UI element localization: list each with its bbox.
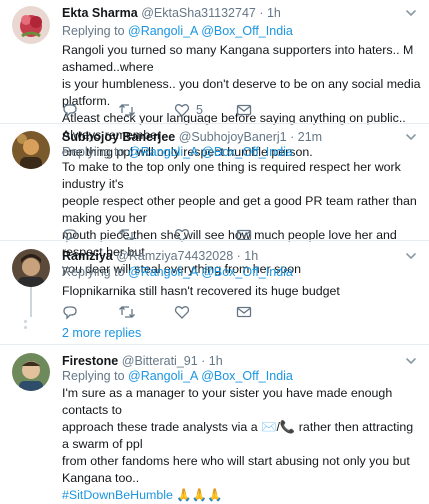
retweet-icon xyxy=(119,104,135,116)
user-handle[interactable]: @Bitterati_91 xyxy=(122,354,198,368)
tweet-line: Flopnikarnika still hasn't recovered its… xyxy=(62,284,340,298)
display-name[interactable]: Firestone xyxy=(62,354,118,368)
user-handle[interactable]: @EktaSha31132747 xyxy=(141,6,256,20)
replying-prefix: Replying to xyxy=(62,369,129,383)
avatar[interactable] xyxy=(12,353,50,391)
envelope-icon xyxy=(236,104,252,116)
dm-button[interactable] xyxy=(236,101,252,119)
tweet-header: Ekta Sharma @EktaSha31132747 · 1h xyxy=(62,6,281,20)
timestamp[interactable]: · 1h xyxy=(237,249,259,263)
mention-link[interactable]: @Box_Off_India xyxy=(201,265,293,279)
tweet-text: Flopnikarnika still hasn't recovered its… xyxy=(62,283,422,300)
tweet-line: people respect other people and get a go… xyxy=(62,194,417,225)
timestamp[interactable]: · 1h xyxy=(259,6,281,20)
mention-link[interactable]: @Rangoli_A xyxy=(128,265,198,279)
tweet-line: from other fandoms here who will start a… xyxy=(62,454,410,485)
chevron-down-icon[interactable] xyxy=(404,130,418,144)
reply-icon xyxy=(63,306,77,320)
replying-prefix: Replying to xyxy=(62,265,129,279)
like-button[interactable] xyxy=(174,303,196,321)
chevron-down-icon[interactable] xyxy=(404,249,418,263)
tweet-line: approach these trade analysts via a ✉️/📞… xyxy=(62,420,414,451)
like-button[interactable]: 5 xyxy=(174,101,203,119)
tweet-line: I'm sure as a manager to your sister you… xyxy=(62,386,393,417)
tweet-line: Rangoli you turned so many Kangana suppo… xyxy=(62,43,414,74)
heart-icon xyxy=(174,306,190,319)
reply-icon xyxy=(63,104,77,118)
chevron-down-icon[interactable] xyxy=(404,6,418,20)
avatar[interactable] xyxy=(12,131,50,169)
replying-to: Replying to @Rangoli_A @Box_Off_India xyxy=(62,369,293,383)
hashtag-link[interactable]: #SitDownBeHumble 🙏🙏🙏 xyxy=(62,487,422,504)
tweet[interactable]: Firestone @Bitterati_91 · 1h Replying to… xyxy=(0,345,429,502)
display-name[interactable]: Subhojoy Banerjee xyxy=(62,130,175,144)
reply-button[interactable] xyxy=(62,303,84,321)
timestamp[interactable]: · 1h xyxy=(201,354,223,368)
retweet-button[interactable] xyxy=(118,303,142,321)
tweet-line: To make to the top only one thing is req… xyxy=(62,160,401,191)
mention-link[interactable]: @Rangoli_A xyxy=(128,369,198,383)
tweet-header: Firestone @Bitterati_91 · 1h xyxy=(62,354,223,368)
timestamp[interactable]: · 21m xyxy=(290,130,322,144)
avatar[interactable] xyxy=(12,249,50,287)
replying-to: Replying to @Rangoli_A @Box_Off_India xyxy=(62,265,293,279)
display-name[interactable]: Ekta Sharma xyxy=(62,6,138,20)
tweet-header: Subhojoy Banerjee @SubhojoyBanerj1 · 21m xyxy=(62,130,322,144)
avatar[interactable] xyxy=(12,6,50,44)
retweet-icon xyxy=(119,306,135,318)
reply-button[interactable] xyxy=(62,101,84,119)
mention-link[interactable]: @Box_Off_India xyxy=(201,24,293,38)
mention-link[interactable]: @Box_Off_India xyxy=(201,145,293,159)
mention-link[interactable]: @Box_Off_India xyxy=(201,369,293,383)
envelope-icon xyxy=(236,306,252,318)
tweet[interactable]: Ekta Sharma @EktaSha31132747 · 1h Replyi… xyxy=(0,0,429,159)
replying-prefix: Replying to xyxy=(62,24,129,38)
heart-icon xyxy=(174,104,190,117)
replying-prefix: Replying to xyxy=(62,145,129,159)
user-handle[interactable]: @Ramziya74432028 xyxy=(116,249,233,263)
mention-link[interactable]: @Rangoli_A xyxy=(128,145,198,159)
display-name[interactable]: Ramziya xyxy=(62,249,113,263)
user-handle[interactable]: @SubhojoyBanerj1 xyxy=(179,130,287,144)
dm-button[interactable] xyxy=(236,303,252,321)
tweet-text: I'm sure as a manager to your sister you… xyxy=(62,385,422,504)
replying-to: Replying to @Rangoli_A @Box_Off_India xyxy=(62,24,293,38)
thread-line xyxy=(30,287,32,317)
thread-dots xyxy=(24,320,27,332)
tweet-header: Ramziya @Ramziya74432028 · 1h xyxy=(62,249,258,263)
replying-to: Replying to @Rangoli_A @Box_Off_India xyxy=(62,145,293,159)
tweet[interactable]: Subhojoy Banerjee @SubhojoyBanerj1 · 21m… xyxy=(0,124,429,276)
mention-link[interactable]: @Rangoli_A xyxy=(128,24,198,38)
more-replies-link[interactable]: 2 more replies xyxy=(62,326,141,340)
tweet[interactable]: Ramziya @Ramziya74432028 · 1h Replying t… xyxy=(0,241,429,333)
like-count: 5 xyxy=(196,103,203,117)
retweet-button[interactable] xyxy=(118,101,142,119)
chevron-down-icon[interactable] xyxy=(404,354,418,368)
